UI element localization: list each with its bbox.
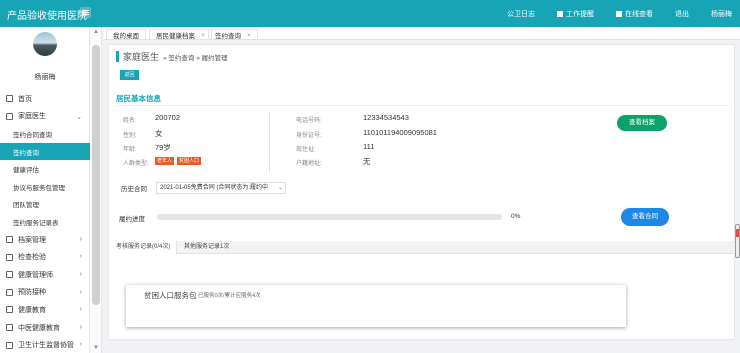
name-label: 姓名: [123,118,137,124]
back-button[interactable]: 返回 [120,70,139,80]
education-icon [6,306,13,314]
close-icon[interactable]: × [247,32,251,39]
archive-icon [6,236,13,244]
tab-assessment-records[interactable]: 考核服务记录(0/4次) [110,241,178,254]
top-nav: 公卫日志 工作提醒 在线查看 退出 杨丽梅 [485,9,732,19]
app-title: 产品验收使用医院 [7,11,87,22]
age-value: 79岁 [155,143,171,152]
phone-value: 12334534543 [363,113,409,122]
view-record-button[interactable]: 查看档案 [617,115,667,131]
column-divider [269,113,270,173]
sidebar-item-home[interactable]: 首页 [0,90,90,108]
sidebar-item-sign-query[interactable]: 签约查询 [0,142,90,161]
phone-label: 电话号码: [296,118,322,124]
breadcrumb: 家庭医生 » 签约查询 » 履约管理 [116,50,228,63]
top-bar: 产品验收使用医院 公卫日志 工作提醒 在线查看 退出 杨丽梅 [0,0,740,27]
top-nav-online[interactable]: 在线查看 [616,9,653,19]
square-icon [616,11,622,17]
accent-bar [116,51,119,62]
service-package-name: 贫困人口服务包 [144,291,197,300]
service-package-count: 已服务0次/累计应服务4次 [198,293,261,299]
sidebar-item-family-doctor[interactable]: 家庭医生 ⌄ [0,108,90,126]
chevron-down-icon: ⌄ [76,113,82,121]
sidebar-nav: 首页 家庭医生 ⌄ 签约合同查询 签约查询 健康评估 协议与服务包管理 团队管理 … [0,90,90,353]
sidebar-item-package-manage[interactable]: 协议与服务包管理 [0,178,90,196]
chevron-right-icon: › [79,270,82,278]
tab-other-records[interactable]: 其他服务记录1次 [178,241,235,254]
section-title: 居民基本信息 [116,94,161,103]
sidebar-item-supervision[interactable]: 卫生计生监督协管 › [0,336,90,353]
gender-label: 性别: [123,133,137,139]
tab-bar: 我的桌面 居民健康档案 × 签约查询 × [104,27,740,40]
sidebar: 杨丽梅 首页 家庭医生 ⌄ 签约合同查询 签约查询 健康评估 协议与服务包管理 团… [0,27,90,353]
top-nav-log[interactable]: 公卫日志 [507,9,535,19]
history-label: 历史合同 [121,186,147,193]
menu-toggle-icon[interactable] [80,7,91,18]
tag-poverty: 贫困人口 [177,157,202,165]
test-icon [6,253,13,261]
breadcrumb-path: » 签约查询 » 履约管理 [163,54,228,62]
gender-value: 女 [155,129,163,138]
chevron-right-icon: › [79,341,82,349]
sidebar-item-health-assessment[interactable]: 健康评估 [0,160,90,178]
manage-icon [6,271,13,279]
avatar [33,32,57,56]
progress-label: 履约进度 [119,216,145,223]
chevron-down-icon: ⌄ [277,185,283,191]
id-label: 身份证号: [296,133,322,139]
close-icon[interactable]: × [201,32,205,39]
name-value: 200702 [155,113,181,122]
top-nav-reminder[interactable]: 工作提醒 [557,9,594,19]
tcm-icon [6,324,13,332]
sidebar-item-contract-query[interactable]: 签约合同查询 [0,125,90,143]
address-value: 111 [363,142,375,151]
scroll-up-icon[interactable]: ▲ [93,29,99,35]
square-icon [557,11,563,17]
id-value: 110101194009095081 [363,128,437,137]
doctor-icon [6,112,13,120]
sidebar-item-health-education[interactable]: 健康教育 › [0,301,90,319]
sidebar-item-service-records[interactable]: 签约服务记录表 [0,213,90,231]
hukou-value: 无 [363,157,371,166]
record-tabs: 考核服务记录(0/4次) 其他服务记录1次 [110,241,735,254]
sidebar-username: 杨丽梅 [34,74,56,81]
sidebar-item-team-manage[interactable]: 团队管理 [0,196,90,214]
history-contract-select[interactable]: 2021-01-05免费合同 (合同状态为:履约中 ⌄ [156,182,286,194]
progress-bar [157,214,502,220]
chevron-right-icon: › [79,288,82,296]
sidebar-scrollbar[interactable]: ▲ ▼ [90,27,102,353]
sidebar-item-vaccination[interactable]: 预防接种 › [0,284,90,302]
scrollbar-thumb[interactable] [92,45,100,305]
sidebar-item-tcm-education[interactable]: 中医健康教育 › [0,319,90,337]
tab-health-archive[interactable]: 居民健康档案 × [149,29,212,40]
tab-sign-query[interactable]: 签约查询 × [208,29,258,40]
tag-elderly: 老年人 [155,157,175,165]
chevron-right-icon: › [79,323,82,331]
main-panel: 家庭医生 » 签约查询 » 履约管理 返回 居民基本信息 姓名: 200702 … [108,44,735,340]
breadcrumb-main: 家庭医生 [123,52,160,62]
home-icon [6,95,13,103]
supervise-icon [6,341,13,349]
chevron-right-icon: › [79,306,82,314]
progress-text: 0% [511,213,521,220]
sidebar-item-tests[interactable]: 检查检验 › [0,248,90,266]
service-package-card[interactable]: 贫困人口服务包 已服务0次/累计应服务4次 [126,285,626,327]
sidebar-item-health-manager[interactable]: 健康管理师 › [0,266,90,284]
logout-link[interactable]: 退出 [675,9,689,19]
address-label: 现住址: [296,147,316,153]
sidebar-item-archive[interactable]: 档案管理 › [0,231,90,249]
page-scrollbar[interactable] [735,224,740,258]
view-contract-button[interactable]: 查看合同 [621,208,669,226]
type-label: 人群类型: [123,161,149,167]
hukou-label: 户籍地址: [296,161,322,167]
tab-desktop[interactable]: 我的桌面 [106,29,146,40]
chevron-right-icon: › [79,235,82,243]
scrollbar-thumb[interactable] [736,229,739,237]
scroll-down-icon[interactable]: ▼ [93,345,99,351]
current-user-link[interactable]: 杨丽梅 [711,9,732,19]
age-label: 年龄: [123,147,137,153]
chevron-right-icon: › [79,253,82,261]
divider [116,105,729,106]
vaccine-icon [6,288,13,296]
